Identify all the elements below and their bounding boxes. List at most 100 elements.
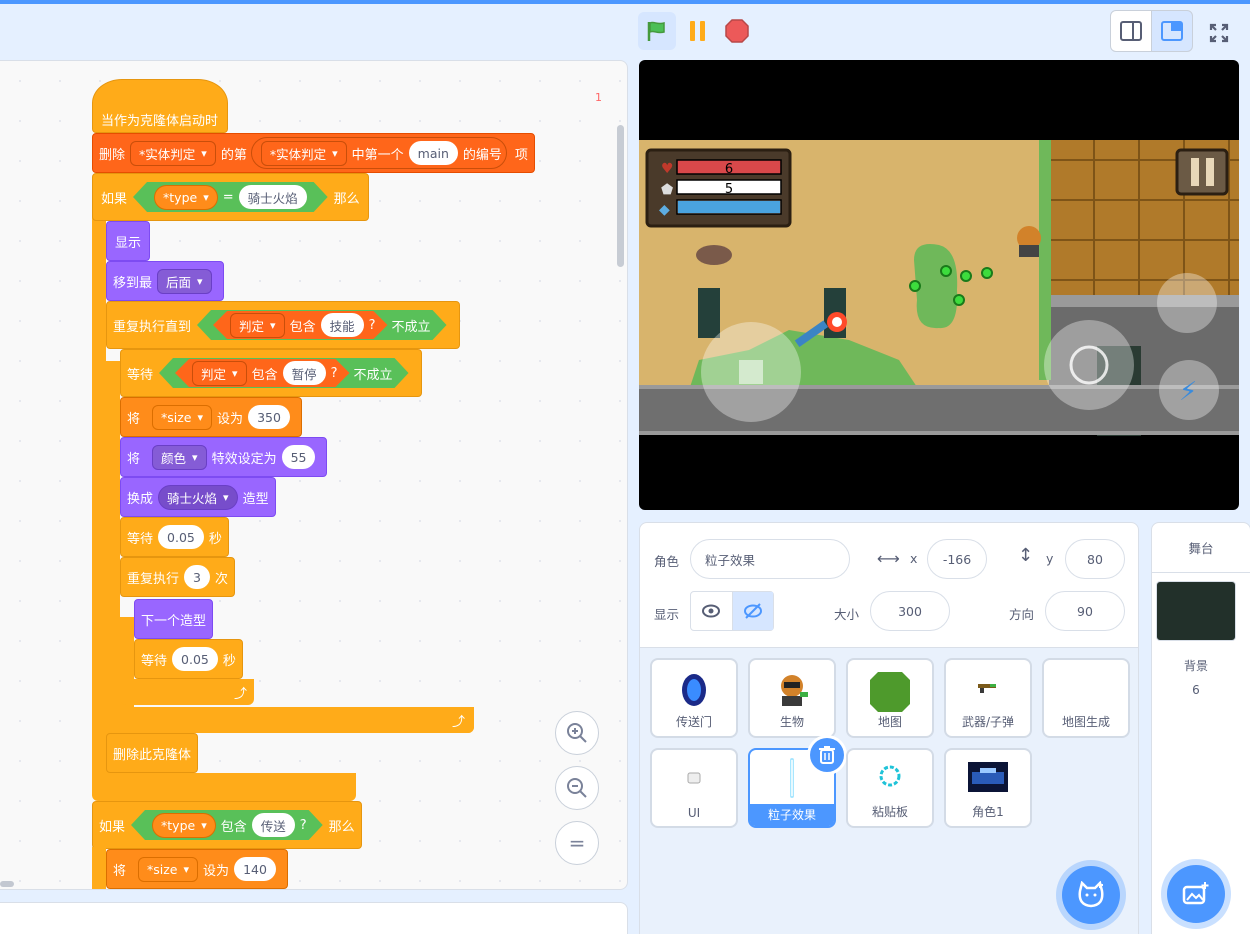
size-input[interactable]: 300 [870,591,950,631]
equals-operator[interactable]: *type = 骑士火焰 [133,182,328,212]
type-variable[interactable]: *type [154,185,218,210]
sprite-tile-creature[interactable]: 生物 [748,658,836,738]
wait-block-1[interactable]: 等待 0.05 秒 [120,517,229,557]
repeat-block-header[interactable]: 重复执行 3 次 [120,557,235,597]
size-variable-dropdown-2[interactable]: *size [138,856,199,882]
contains-value-1[interactable]: 技能 [321,313,364,337]
contains-value-3[interactable]: 传送 [252,813,295,837]
pause-button[interactable] [678,12,716,50]
hat-block[interactable]: 当作为克隆体启动时 [92,79,228,133]
y-input[interactable]: 80 [1065,539,1125,579]
repeat-until-header[interactable]: 重复执行直到 判定 包含 技能 ? 不成立 [106,301,460,349]
not-operator-2[interactable]: 判定 包含 暂停 ? 不成立 [159,358,409,388]
backdrop-thumbnail[interactable] [1156,581,1236,641]
zoom-reset-icon: = [568,831,586,855]
sprite-list: 传送门 生物 地图 武器/子弹 地图生成 UI 粒子效果 粘贴板 角色1 [639,648,1139,934]
set-variable-block[interactable]: 将 *size 设为 350 [120,397,302,437]
size-value-input-2[interactable]: 140 [234,857,276,881]
delete-clone-block[interactable]: 删除此克隆体 [106,733,199,773]
show-hidden-button[interactable] [732,592,773,630]
pause-icon [690,21,705,41]
zoom-out-button[interactable] [555,766,599,810]
if-block-2-arm [92,847,106,889]
sprite-name: 生物 [779,715,804,729]
wait-label-1: 等待 [127,531,154,547]
script-area[interactable]: 1 ⤴ ⤴ 当作为克隆体启动时 删除 *实体判定 的第 *实体判定 中第一个 m… [0,60,628,890]
large-stage-button[interactable] [1151,10,1193,52]
fullscreen-button[interactable] [1200,14,1238,52]
type-variable-2[interactable]: *type [152,813,216,838]
stage-panel-title: 舞台 [1152,523,1250,573]
not-operator-1[interactable]: 判定 包含 技能 ? 不成立 [197,310,447,340]
show-visible-button[interactable] [691,592,733,630]
x-arrows-icon: ⟷ [877,549,900,568]
fullscreen-icon [1209,23,1229,43]
show-block[interactable]: 显示 [106,221,151,261]
delete-sprite-button[interactable] [810,738,844,772]
switch-costume-block[interactable]: 换成 骑士火焰 造型 [120,477,276,517]
if-block-header[interactable]: 如果 *type = 骑士火焰 那么 [92,173,369,221]
wait-block-2[interactable]: 等待 0.05 秒 [134,639,243,679]
sprite-tile-weapon[interactable]: 武器/子弹 [944,658,1032,738]
horizontal-scrollbar[interactable] [0,881,14,887]
set-variable-block-2[interactable]: 将 *size 设为 140 [106,849,288,889]
stage-panel[interactable]: 舞台 背景 6 [1151,522,1250,934]
costume-dropdown[interactable]: 骑士火焰 [158,484,238,510]
page-indicator: 1 [595,91,602,104]
effect-dropdown[interactable]: 颜色 [152,444,207,470]
item-number-reporter[interactable]: *实体判定 中第一个 main 的编号 [250,137,507,169]
shield-value: 5 [725,182,733,197]
sprite-name-input[interactable]: 粒子效果 [690,539,850,579]
seconds-label-1: 秒 [208,531,222,547]
next-costume-block[interactable]: 下一个造型 [134,599,214,639]
delete-item-block[interactable]: 删除 *实体判定 的第 *实体判定 中第一个 main 的编号 项 [92,133,535,173]
y-arrows-icon: ↕ [1018,545,1034,566]
sprite-tile-map[interactable]: 地图 [846,658,934,738]
delete-label: 删除 [99,147,126,163]
zoom-reset-button[interactable]: = [555,821,599,865]
sprite-tile-ui[interactable]: UI [650,748,738,828]
if-block-2-header[interactable]: 如果 *type 包含 传送 ? 那么 [92,801,362,849]
size-value-input[interactable]: 350 [248,405,290,429]
contains-operator[interactable]: *type 包含 传送 ? [131,810,323,840]
sprite-tile-role1[interactable]: 角色1 [944,748,1032,828]
direction-input[interactable]: 90 [1045,591,1125,631]
wait-until-block[interactable]: 等待 判定 包含 暂停 ? 不成立 [120,349,422,397]
stop-button[interactable] [718,12,756,50]
sprite-name: 角色1 [972,805,1004,819]
add-sprite-button[interactable] [1062,866,1120,924]
list-dropdown-1[interactable]: *实体判定 [130,140,216,166]
small-stage-icon [1120,21,1142,41]
item-value-input[interactable]: main [408,141,458,165]
go-to-layer-block[interactable]: 移到最 后面 [106,261,224,301]
list-dropdown-2[interactable]: *实体判定 [260,140,347,166]
wait-label-2: 等待 [141,653,168,669]
layer-dropdown[interactable]: 后面 [157,268,212,294]
size-variable-dropdown[interactable]: *size [152,404,213,430]
judge-list-dropdown-1[interactable]: 判定 [230,313,285,338]
set-effect-block[interactable]: 将 颜色 特效设定为 55 [120,437,328,477]
effect-value-input[interactable]: 55 [281,445,316,469]
zoom-in-button[interactable] [555,711,599,755]
small-stage-button[interactable] [1110,10,1152,52]
contains-value-2[interactable]: 暂停 [283,361,326,385]
wait-value-1[interactable]: 0.05 [158,525,204,549]
green-flag-icon [647,21,665,41]
sprite-label: 角色 [654,554,680,569]
repeat-count-input[interactable]: 3 [184,565,210,589]
vertical-scrollbar[interactable] [617,125,624,267]
wait-value-2[interactable]: 0.05 [172,647,218,671]
x-input[interactable]: -166 [927,539,987,579]
judge-list-dropdown-2[interactable]: 判定 [192,361,247,386]
x-label: x [910,551,918,566]
list-contains-1[interactable]: 判定 包含 技能 ? [213,311,387,339]
stage-canvas[interactable]: ♥ 6 ⬟ 5 ◆ ⚡ [639,60,1239,510]
sprite-tile-clipboard[interactable]: 粘贴板 [846,748,934,828]
sprite-tile-portal[interactable]: 传送门 [650,658,738,738]
sprite-name: 地图 [877,715,902,729]
sprite-tile-map-gen[interactable]: 地图生成 [1042,658,1130,738]
add-backdrop-button[interactable] [1167,865,1225,923]
compare-value-input[interactable]: 骑士火焰 [239,185,307,209]
list-contains-2[interactable]: 判定 包含 暂停 ? [175,359,349,387]
green-flag-button[interactable] [638,12,676,50]
